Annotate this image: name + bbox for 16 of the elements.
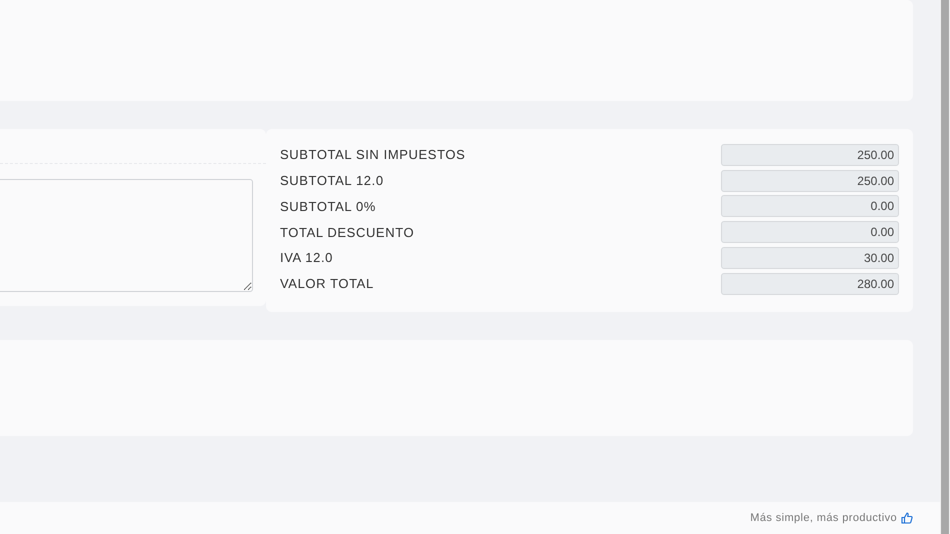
total-value-field[interactable]: 280.00 <box>721 272 899 295</box>
total-value-field[interactable]: 250.00 <box>721 170 899 192</box>
total-label: IVA 12.0 <box>280 249 334 268</box>
total-label: TOTAL DESCUENTO <box>280 224 416 242</box>
total-label: VALOR TOTAL <box>280 275 375 294</box>
notes-textarea[interactable] <box>0 179 253 292</box>
scrollbar-thumb[interactable] <box>941 0 949 534</box>
footer-tagline: Más simple, más productivo <box>750 510 897 526</box>
thumbs-up-icon <box>901 512 913 524</box>
total-value-field[interactable]: 30.00 <box>721 247 899 270</box>
total-value-field[interactable]: 250.00 <box>721 144 899 166</box>
total-value-field[interactable]: 0.00 <box>721 221 899 244</box>
total-label: SUBTOTAL 0% <box>280 198 377 216</box>
total-label: SUBTOTAL SIN IMPUESTOS <box>280 146 466 164</box>
total-label: SUBTOTAL 12.0 <box>280 172 385 190</box>
total-value-field[interactable]: 0.00 <box>721 195 899 218</box>
